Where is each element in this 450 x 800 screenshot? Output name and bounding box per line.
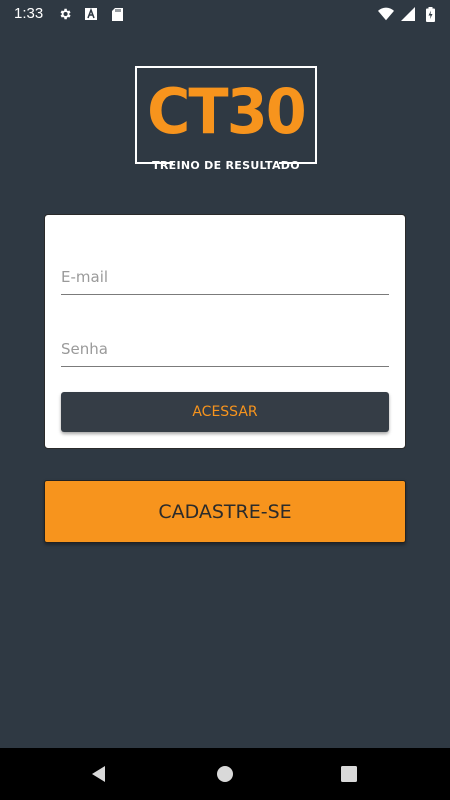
status-time: 1:33 bbox=[14, 5, 44, 22]
recent-apps-button[interactable] bbox=[337, 762, 361, 786]
status-icons-left bbox=[57, 6, 125, 22]
battery-charging-icon bbox=[422, 6, 438, 22]
app-logo: CT30 TREINO DE RESULTADO bbox=[135, 66, 317, 172]
home-button[interactable] bbox=[213, 762, 237, 786]
home-icon bbox=[217, 766, 233, 782]
navigation-bar bbox=[0, 748, 450, 800]
recent-apps-icon bbox=[341, 766, 357, 782]
signal-icon bbox=[400, 6, 416, 22]
email-field[interactable] bbox=[61, 255, 389, 295]
status-bar: 1:33 bbox=[0, 0, 450, 28]
logo-title: CT30 bbox=[147, 75, 307, 148]
back-icon bbox=[92, 766, 105, 782]
back-button[interactable] bbox=[87, 762, 111, 786]
sd-card-icon bbox=[109, 6, 125, 22]
gear-icon bbox=[57, 6, 73, 22]
wifi-icon bbox=[378, 6, 394, 22]
login-button[interactable]: ACESSAR bbox=[61, 392, 389, 432]
email-input[interactable] bbox=[61, 255, 389, 294]
logo-tagline: TREINO DE RESULTADO bbox=[152, 159, 300, 172]
status-icons-right bbox=[378, 6, 438, 22]
password-field[interactable] bbox=[61, 327, 389, 367]
password-input[interactable] bbox=[61, 327, 389, 366]
font-a-icon bbox=[83, 6, 99, 22]
signup-button[interactable]: CADASTRE-SE bbox=[44, 480, 406, 543]
